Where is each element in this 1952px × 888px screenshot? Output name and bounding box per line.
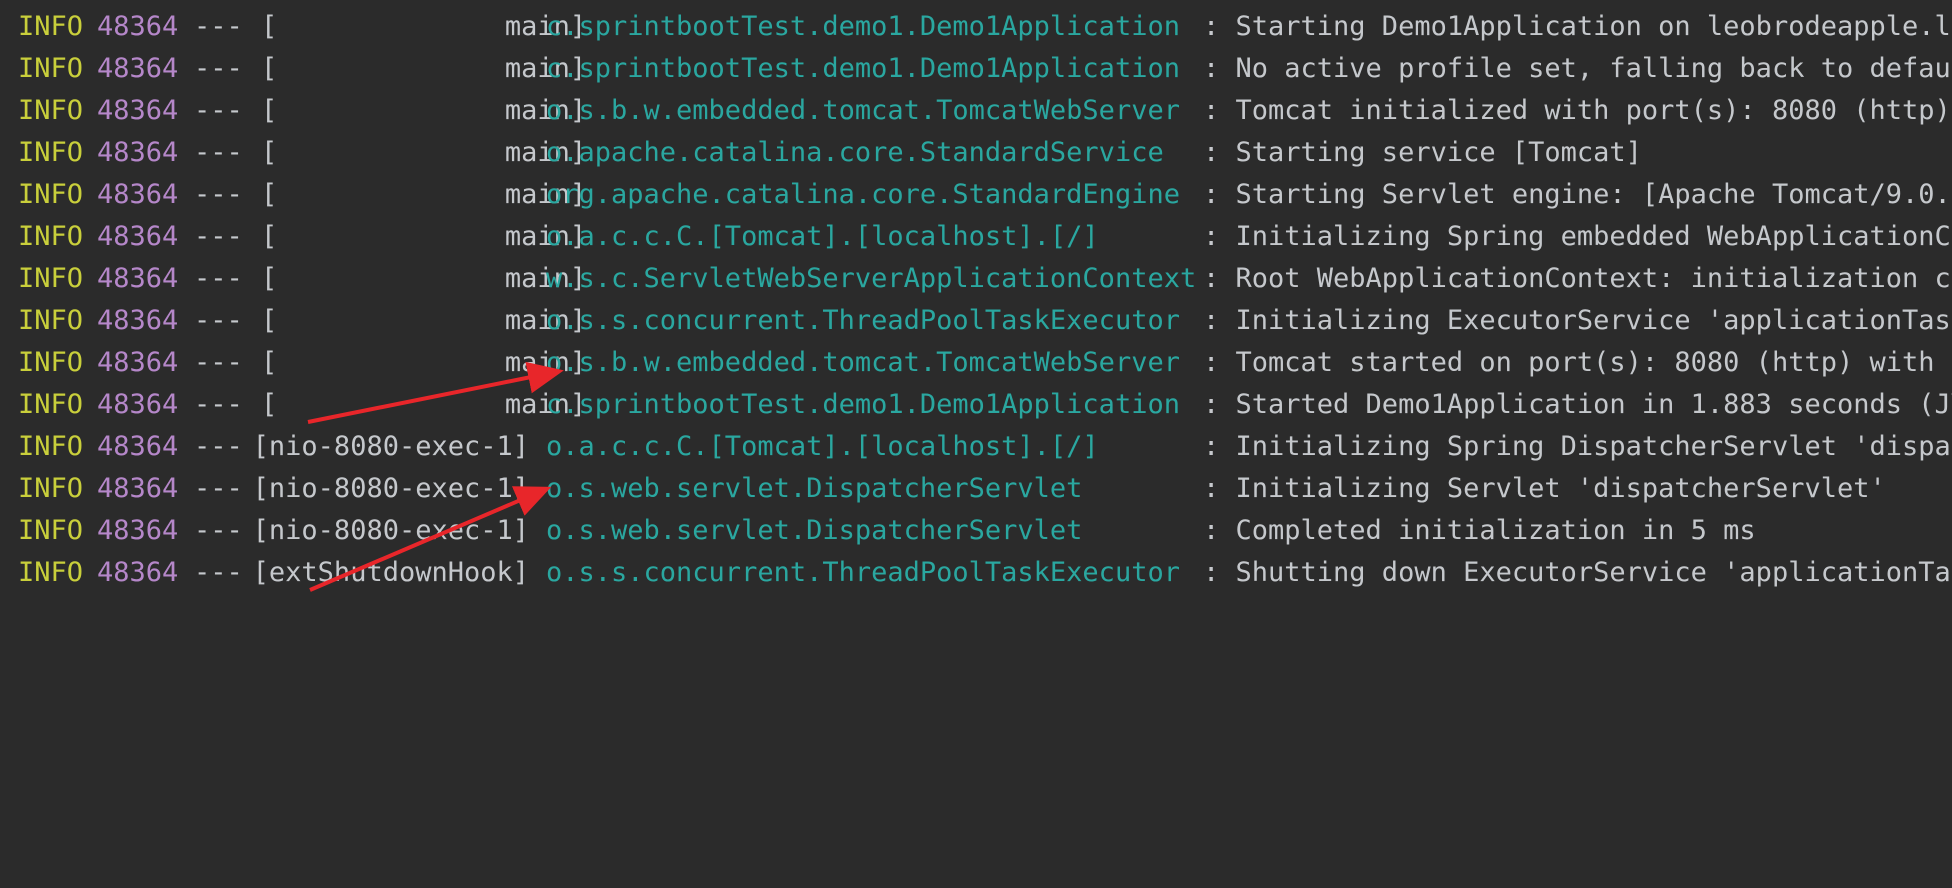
log-message: : Starting service [Tomcat] [1203, 137, 1642, 168]
log-thread: [ main] [261, 179, 587, 210]
log-message: : Initializing ExecutorService 'applicat… [1203, 305, 1952, 336]
log-thread: [ main] [261, 389, 587, 420]
log-separator: --- [194, 95, 243, 126]
log-message: : Starting Demo1Application on leobrodea… [1203, 11, 1951, 42]
log-level: INFO [18, 221, 84, 252]
log-level: INFO [18, 263, 84, 294]
log-level: INFO [18, 53, 84, 84]
log-logger: w.s.c.ServletWebServerApplicationContext [546, 263, 1197, 294]
log-line: INFO 48364 --- [ main] w.s.c.ServletWebS… [0, 258, 1952, 300]
log-message: : Shutting down ExecutorService 'applica… [1203, 557, 1952, 588]
log-level: INFO [18, 557, 84, 588]
log-line: INFO 48364 --- [nio-8080-exec-1] o.s.web… [0, 468, 1952, 510]
log-thread: [ main] [261, 95, 587, 126]
log-message: : Initializing Spring DispatcherServlet … [1203, 431, 1952, 462]
log-logger: o.s.b.w.embedded.tomcat.TomcatWebServer [546, 347, 1180, 378]
log-pid: 48364 [97, 263, 179, 294]
log-level: INFO [18, 347, 84, 378]
log-message: : Starting Servlet engine: [Apache Tomca… [1203, 179, 1952, 210]
log-pid: 48364 [97, 473, 179, 504]
log-separator: --- [194, 179, 243, 210]
log-logger: o.a.c.c.C.[Tomcat].[localhost].[/] [546, 431, 1099, 462]
log-separator: --- [194, 11, 243, 42]
log-separator: --- [194, 557, 243, 588]
log-logger: c.sprintbootTest.demo1.Demo1Application [546, 53, 1180, 84]
log-separator: --- [194, 515, 243, 546]
log-level: INFO [18, 431, 84, 462]
log-message: : Tomcat initialized with port(s): 8080 … [1203, 95, 1951, 126]
log-line: INFO 48364 --- [nio-8080-exec-1] o.a.c.c… [0, 426, 1952, 468]
log-separator: --- [194, 221, 243, 252]
log-pid: 48364 [97, 179, 179, 210]
log-thread: [ main] [261, 347, 587, 378]
log-thread: [extShutdownHook] [252, 557, 529, 588]
log-level: INFO [18, 515, 84, 546]
log-logger: o.s.s.concurrent.ThreadPoolTaskExecutor [546, 557, 1180, 588]
log-line: INFO 48364 --- [ main] o.a.c.c.C.[Tomcat… [0, 216, 1952, 258]
log-pid: 48364 [97, 431, 179, 462]
log-line: INFO 48364 --- [extShutdownHook] o.s.s.c… [0, 552, 1952, 594]
log-thread: [ main] [261, 137, 587, 168]
log-pid: 48364 [97, 95, 179, 126]
log-pid: 48364 [97, 515, 179, 546]
log-thread: [nio-8080-exec-1] [252, 515, 529, 546]
log-logger: c.sprintbootTest.demo1.Demo1Application [546, 11, 1180, 42]
log-logger: o.s.s.concurrent.ThreadPoolTaskExecutor [546, 305, 1180, 336]
log-message: : Started Demo1Application in 1.883 seco… [1203, 389, 1952, 420]
log-separator: --- [194, 53, 243, 84]
log-message: : Root WebApplicationContext: initializa… [1203, 263, 1952, 294]
log-pid: 48364 [97, 347, 179, 378]
log-level: INFO [18, 11, 84, 42]
log-pid: 48364 [97, 221, 179, 252]
log-line: INFO 48364 --- [ main] c.sprintbootTest.… [0, 384, 1952, 426]
log-logger: o.apache.catalina.core.StandardService [546, 137, 1164, 168]
log-separator: --- [194, 431, 243, 462]
log-message: : Tomcat started on port(s): 8080 (http)… [1203, 347, 1952, 378]
log-level: INFO [18, 473, 84, 504]
log-thread: [nio-8080-exec-1] [252, 473, 529, 504]
log-thread: [ main] [261, 305, 587, 336]
log-logger: c.sprintbootTest.demo1.Demo1Application [546, 389, 1180, 420]
log-separator: --- [194, 305, 243, 336]
log-pid: 48364 [97, 11, 179, 42]
log-line: INFO 48364 --- [nio-8080-exec-1] o.s.web… [0, 510, 1952, 552]
log-message: : Initializing Servlet 'dispatcherServle… [1203, 473, 1886, 504]
log-line: INFO 48364 --- [ main] o.s.s.concurrent.… [0, 300, 1952, 342]
log-message: : Completed initialization in 5 ms [1203, 515, 1756, 546]
log-pid: 48364 [97, 557, 179, 588]
log-separator: --- [194, 137, 243, 168]
log-separator: --- [194, 263, 243, 294]
log-pid: 48364 [97, 305, 179, 336]
log-pid: 48364 [97, 53, 179, 84]
console-output: INFO 48364 --- [ main] c.sprintbootTest.… [0, 0, 1952, 596]
log-thread: [ main] [261, 221, 587, 252]
log-thread: [ main] [261, 53, 587, 84]
log-logger: o.s.web.servlet.DispatcherServlet [546, 473, 1083, 504]
log-pid: 48364 [97, 389, 179, 420]
log-logger: o.s.b.w.embedded.tomcat.TomcatWebServer [546, 95, 1180, 126]
log-level: INFO [18, 179, 84, 210]
log-line: INFO 48364 --- [ main] c.sprintbootTest.… [0, 48, 1952, 90]
log-thread: [nio-8080-exec-1] [252, 431, 529, 462]
log-level: INFO [18, 137, 84, 168]
log-logger: org.apache.catalina.core.StandardEngine [546, 179, 1180, 210]
log-message: : Initializing Spring embedded WebApplic… [1203, 221, 1952, 252]
log-pid: 48364 [97, 137, 179, 168]
log-level: INFO [18, 95, 84, 126]
log-message: : No active profile set, falling back to… [1203, 53, 1952, 84]
log-line: INFO 48364 --- [ main] c.sprintbootTest.… [0, 6, 1952, 48]
log-level: INFO [18, 305, 84, 336]
log-thread: [ main] [261, 263, 587, 294]
log-separator: --- [194, 389, 243, 420]
log-separator: --- [194, 473, 243, 504]
log-line: INFO 48364 --- [ main] org.apache.catali… [0, 174, 1952, 216]
log-line: INFO 48364 --- [ main] o.apache.catalina… [0, 132, 1952, 174]
log-line: INFO 48364 --- [ main] o.s.b.w.embedded.… [0, 342, 1952, 384]
log-thread: [ main] [261, 11, 587, 42]
log-line: INFO 48364 --- [ main] o.s.b.w.embedded.… [0, 90, 1952, 132]
log-level: INFO [18, 389, 84, 420]
log-separator: --- [194, 347, 243, 378]
log-logger: o.a.c.c.C.[Tomcat].[localhost].[/] [546, 221, 1099, 252]
log-logger: o.s.web.servlet.DispatcherServlet [546, 515, 1083, 546]
